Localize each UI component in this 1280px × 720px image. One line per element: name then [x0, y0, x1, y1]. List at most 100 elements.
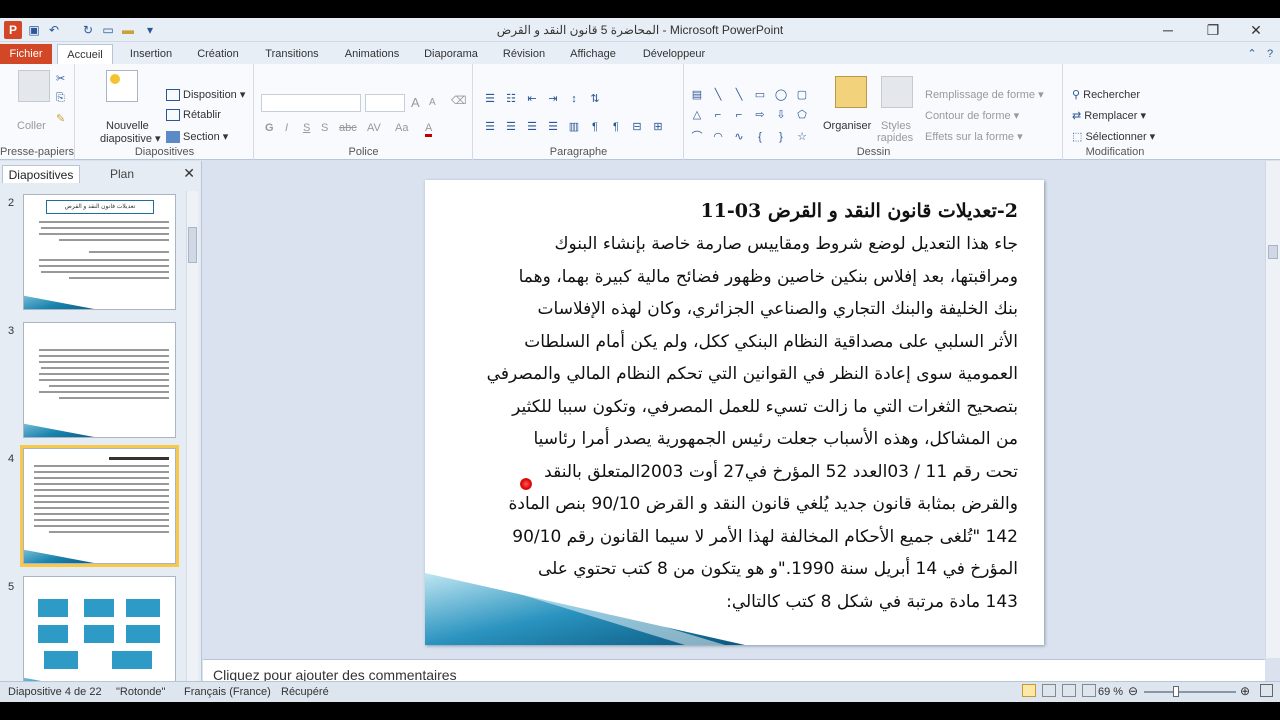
- restore-button[interactable]: ❐: [1193, 20, 1233, 40]
- quick-styles-button-2[interactable]: rapides: [877, 132, 913, 144]
- paste-button[interactable]: Coller: [17, 120, 46, 132]
- shape-effects-button[interactable]: Effets sur la forme ▾: [925, 130, 1023, 143]
- tab-insert[interactable]: Insertion: [124, 44, 178, 64]
- minimize-button[interactable]: ─: [1148, 20, 1188, 40]
- rounded-rect-shape-icon[interactable]: ▢: [794, 88, 810, 102]
- copy-icon[interactable]: ⎘: [56, 92, 65, 105]
- quick-styles-icon[interactable]: [881, 76, 913, 108]
- arrange-button[interactable]: Organiser: [823, 120, 871, 132]
- tab-outline[interactable]: Plan: [82, 165, 162, 183]
- slide-sorter-icon[interactable]: [1042, 684, 1056, 697]
- zoom-level[interactable]: 69 %: [1098, 686, 1123, 698]
- brace-left-shape-icon[interactable]: {: [752, 131, 768, 145]
- underline-button[interactable]: S: [303, 122, 310, 134]
- save-icon[interactable]: ▣: [26, 22, 42, 38]
- font-family-dropdown[interactable]: [261, 94, 361, 112]
- arrow-right-shape-icon[interactable]: ⇨: [752, 108, 768, 122]
- new-slide-icon[interactable]: [106, 70, 138, 102]
- align-center-icon[interactable]: ☰: [503, 120, 519, 134]
- justify-icon[interactable]: ☰: [545, 120, 561, 134]
- undo-icon[interactable]: ↶: [46, 22, 62, 38]
- oval-shape-icon[interactable]: ◯: [773, 88, 789, 102]
- slide-thumbnail-2[interactable]: تعديلات قانون النقد و القرض: [23, 194, 176, 310]
- powerpoint-logo-icon[interactable]: P: [4, 21, 22, 39]
- columns-icon[interactable]: ▥: [566, 120, 582, 134]
- connector-shape-icon[interactable]: ⌐: [731, 109, 747, 123]
- shape-outline-button[interactable]: Contour de forme ▾: [925, 109, 1019, 122]
- tab-home[interactable]: Accueil: [57, 44, 113, 65]
- tab-file[interactable]: Fichier: [0, 44, 52, 64]
- line-shape-icon[interactable]: ╲: [731, 88, 747, 102]
- line-spacing-icon[interactable]: ↕: [566, 93, 582, 107]
- align-text-icon[interactable]: ⊟: [629, 120, 645, 134]
- open-folder-icon[interactable]: ▬: [120, 22, 136, 38]
- grow-font-button[interactable]: A: [411, 95, 420, 110]
- select-button[interactable]: ⬚ Sélectionner ▾: [1072, 130, 1155, 143]
- current-slide[interactable]: 2-تعديلات قانون النقد و القرض 03-11 جاء …: [425, 180, 1044, 645]
- font-color-button[interactable]: A: [425, 122, 433, 137]
- section-button[interactable]: Section ▾: [166, 130, 228, 144]
- customize-quick-access-icon[interactable]: ▾: [142, 22, 158, 38]
- layout-button[interactable]: Disposition ▾: [166, 88, 245, 102]
- tab-animations[interactable]: Animations: [338, 44, 406, 64]
- new-slide-button[interactable]: Nouvelle: [106, 120, 149, 132]
- triangle-shape-icon[interactable]: △: [689, 108, 705, 122]
- zoom-out-icon[interactable]: ⊖: [1128, 684, 1138, 698]
- brace-right-shape-icon[interactable]: }: [773, 131, 789, 145]
- main-vertical-scrollbar[interactable]: [1265, 161, 1280, 658]
- slideshow-icon[interactable]: [1082, 684, 1096, 697]
- tab-transitions[interactable]: Transitions: [258, 44, 326, 64]
- shadow-button[interactable]: S: [321, 122, 328, 134]
- zoom-slider-thumb[interactable]: [1173, 686, 1179, 697]
- tab-slideshow[interactable]: Diaporama: [418, 44, 484, 64]
- tab-slides[interactable]: Diapositives: [2, 165, 80, 183]
- format-painter-icon[interactable]: ✎: [56, 112, 65, 125]
- close-panel-icon[interactable]: ✕: [183, 165, 195, 182]
- reading-view-icon[interactable]: [1062, 684, 1076, 697]
- character-spacing-button[interactable]: AV: [367, 122, 381, 134]
- shape-fill-button[interactable]: Remplissage de forme ▾: [925, 88, 1044, 101]
- font-size-dropdown[interactable]: [365, 94, 405, 112]
- smartart-icon[interactable]: ⊞: [650, 120, 666, 134]
- scrollbar-thumb[interactable]: [1268, 245, 1278, 259]
- change-case-button[interactable]: Aa: [395, 122, 408, 134]
- tab-view[interactable]: Affichage: [564, 44, 622, 64]
- arc-shape-icon[interactable]: ◠: [710, 130, 726, 144]
- quick-styles-button[interactable]: Styles: [881, 120, 911, 132]
- arrange-icon[interactable]: [835, 76, 867, 108]
- rtl-icon[interactable]: ¶: [587, 121, 603, 135]
- increase-indent-icon[interactable]: ⇥: [545, 92, 561, 106]
- textbox-shape-icon[interactable]: ▤: [689, 88, 705, 102]
- normal-view-icon[interactable]: [1022, 684, 1036, 697]
- line-shape-icon[interactable]: ╲: [710, 88, 726, 102]
- pentagon-shape-icon[interactable]: ⬠: [794, 108, 810, 122]
- tab-developer[interactable]: Développeur: [634, 44, 714, 64]
- slide-heading[interactable]: 2-تعديلات قانون النقد و القرض 03-11: [700, 200, 1018, 222]
- new-slide-dropdown[interactable]: diapositive ▾: [100, 132, 161, 145]
- star-shape-icon[interactable]: ☆: [794, 130, 810, 144]
- rectangle-shape-icon[interactable]: ▭: [752, 88, 768, 102]
- numbering-icon[interactable]: ☷: [503, 92, 519, 106]
- curve-shape-icon[interactable]: ⌒: [689, 128, 705, 143]
- shrink-font-button[interactable]: A: [429, 97, 436, 108]
- clear-formatting-icon[interactable]: ⌫: [451, 94, 467, 107]
- slide-thumbnail-4[interactable]: [20, 445, 179, 567]
- strikethrough-button[interactable]: abc: [339, 122, 357, 134]
- italic-button[interactable]: I: [285, 122, 288, 134]
- fit-to-window-icon[interactable]: [1260, 684, 1273, 697]
- reset-button[interactable]: Rétablir: [166, 109, 221, 122]
- text-direction-icon[interactable]: ⇅: [587, 92, 603, 106]
- zoom-in-icon[interactable]: ⊕: [1240, 684, 1250, 698]
- bullets-icon[interactable]: ☰: [482, 92, 498, 106]
- new-file-icon[interactable]: ▭: [100, 22, 116, 38]
- freeform-shape-icon[interactable]: ∿: [731, 130, 747, 144]
- elbow-shape-icon[interactable]: ⌐: [710, 109, 726, 123]
- decrease-indent-icon[interactable]: ⇤: [524, 92, 540, 106]
- help-icon[interactable]: ?: [1262, 44, 1278, 64]
- scrollbar-thumb[interactable]: [188, 227, 197, 263]
- tab-design[interactable]: Création: [190, 44, 246, 64]
- minimize-ribbon-icon[interactable]: ⌃: [1244, 44, 1260, 64]
- slide-thumbnail-5[interactable]: [23, 576, 176, 692]
- language-status[interactable]: Français (France): [184, 686, 271, 698]
- bold-button[interactable]: G: [265, 122, 274, 134]
